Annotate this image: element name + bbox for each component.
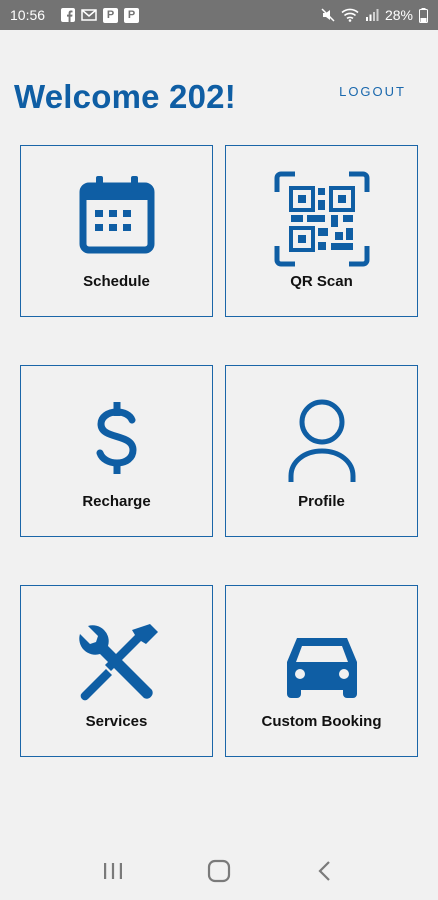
wifi-icon bbox=[341, 8, 359, 22]
parking-notification-icon-2: P bbox=[124, 7, 140, 23]
schedule-tile[interactable]: Schedule bbox=[20, 145, 213, 317]
car-icon bbox=[283, 616, 361, 707]
calendar-icon bbox=[79, 176, 155, 259]
dollar-icon bbox=[92, 396, 142, 485]
qr-scan-label: QR Scan bbox=[290, 273, 353, 290]
custom-booking-tile[interactable]: Custom Booking bbox=[225, 585, 418, 757]
home-icon bbox=[207, 859, 231, 883]
signal-icon bbox=[365, 8, 379, 22]
recent-apps-icon bbox=[104, 863, 122, 879]
profile-tile[interactable]: Profile bbox=[225, 365, 418, 537]
back-icon bbox=[318, 861, 330, 881]
recharge-tile[interactable]: Recharge bbox=[20, 365, 213, 537]
qr-scan-tile[interactable]: QR Scan bbox=[225, 145, 418, 317]
qr-code-icon bbox=[273, 171, 371, 273]
status-bar-right: 28% bbox=[321, 7, 428, 23]
recharge-label: Recharge bbox=[82, 493, 151, 510]
services-label: Services bbox=[85, 713, 148, 730]
parking-notification-icon: P bbox=[103, 7, 119, 23]
back-button[interactable] bbox=[305, 851, 345, 891]
recent-apps-button[interactable] bbox=[93, 851, 133, 891]
status-time: 10:56 bbox=[10, 7, 46, 23]
facebook-icon bbox=[61, 8, 76, 22]
battery-icon bbox=[419, 7, 428, 23]
schedule-label: Schedule bbox=[83, 273, 150, 290]
status-bar-left: 10:56 P P bbox=[10, 7, 140, 23]
services-tile[interactable]: Services bbox=[20, 585, 213, 757]
mute-icon bbox=[321, 8, 335, 22]
logout-button[interactable]: LOGOUT bbox=[339, 84, 406, 99]
battery-percent: 28% bbox=[384, 7, 413, 23]
tools-icon bbox=[74, 616, 160, 711]
custom-booking-label: Custom Booking bbox=[261, 713, 382, 730]
home-button[interactable] bbox=[199, 851, 239, 891]
navigation-bar bbox=[0, 842, 438, 900]
status-bar: 10:56 P P 28% bbox=[0, 0, 438, 30]
profile-label: Profile bbox=[298, 493, 345, 510]
mail-icon bbox=[81, 9, 97, 21]
welcome-title: Welcome 202! bbox=[14, 78, 236, 115]
person-icon bbox=[287, 396, 357, 489]
